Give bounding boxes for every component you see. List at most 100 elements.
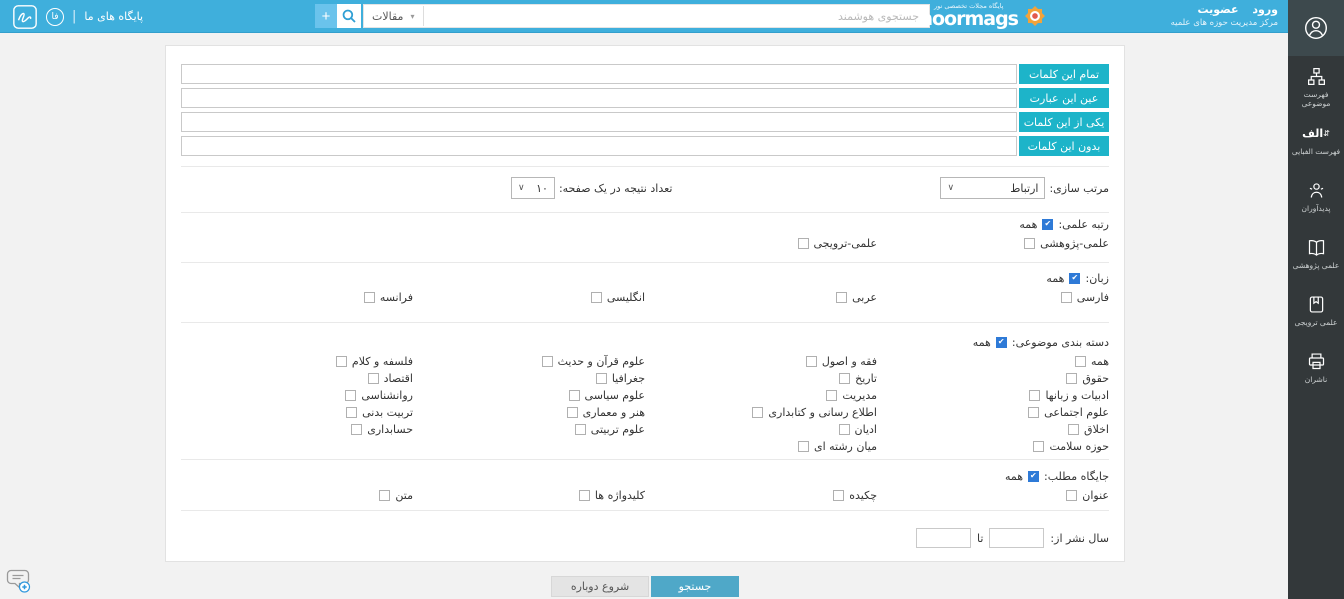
login-link[interactable]: ورود <box>1252 3 1278 16</box>
advanced-search-plus-button[interactable]: + <box>315 4 337 28</box>
checkbox-option[interactable]: حقوق <box>1066 370 1109 387</box>
option-checkbox[interactable] <box>368 373 379 384</box>
hawzah-logo-icon[interactable] <box>12 4 38 30</box>
checkbox-option[interactable]: فارسی <box>1061 289 1109 306</box>
checkbox-option[interactable]: عنوان <box>1066 487 1109 504</box>
checkbox-option[interactable]: انگلیسی <box>591 289 645 306</box>
option-checkbox[interactable] <box>1028 407 1039 418</box>
checkbox-option[interactable]: اقتصاد <box>368 370 413 387</box>
checkbox-option[interactable]: کلیدواژه ها <box>579 487 645 504</box>
option-checkbox[interactable] <box>1066 490 1077 501</box>
sidebar-item-0[interactable]: فهرست موضوعی <box>1288 56 1344 113</box>
hawzah-center-link[interactable]: مرکز مدیریت حوزه های علمیه <box>1171 18 1278 28</box>
checkbox-option[interactable]: متن <box>379 487 413 504</box>
checkbox-option[interactable]: همه <box>1075 353 1109 370</box>
all-checkbox[interactable] <box>1069 273 1080 284</box>
checkbox-option[interactable]: علوم قرآن و حدیث <box>542 353 645 370</box>
option-checkbox[interactable] <box>569 390 580 401</box>
option-checkbox[interactable] <box>567 407 578 418</box>
checkbox-option[interactable]: روانشناسی <box>345 387 413 404</box>
checkbox-option[interactable]: اطلاع رسانی و کتابداری <box>752 404 877 421</box>
option-checkbox[interactable] <box>839 373 850 384</box>
option-checkbox[interactable] <box>1024 238 1035 249</box>
option-checkbox[interactable] <box>579 490 590 501</box>
checkbox-option[interactable]: علمی-پژوهشی <box>1024 235 1109 252</box>
option-checkbox[interactable] <box>806 356 817 367</box>
checkbox-option[interactable]: اخلاق <box>1068 421 1109 438</box>
checkbox-option[interactable]: ادیان <box>839 421 877 438</box>
option-checkbox[interactable] <box>542 356 553 367</box>
checkbox-option[interactable]: تربیت بدنی <box>346 404 413 421</box>
sidebar-item-3[interactable]: علمی پژوهشی <box>1288 227 1344 284</box>
search-submit-button[interactable] <box>337 4 361 28</box>
field-input-2[interactable] <box>181 112 1017 132</box>
option-checkbox[interactable] <box>596 373 607 384</box>
option-checkbox[interactable] <box>1061 292 1072 303</box>
option-checkbox[interactable] <box>346 407 357 418</box>
sort-select[interactable]: ارتباط ∨ <box>940 177 1045 199</box>
feedback-chat-button[interactable] <box>4 566 32 594</box>
checkbox-option[interactable]: جغرافیا <box>596 370 645 387</box>
per-page-select[interactable]: ۱۰ ∨ <box>511 177 555 199</box>
checkbox-option[interactable]: چکیده <box>833 487 877 504</box>
smart-search-input[interactable] <box>363 4 930 28</box>
field-label-button[interactable]: تمام این کلمات <box>1019 64 1109 84</box>
checkbox-option[interactable]: علمی-ترویجی <box>798 235 877 252</box>
option-checkbox[interactable] <box>336 356 347 367</box>
checkbox-option[interactable]: عربی <box>836 289 877 306</box>
year-to-input[interactable] <box>916 528 971 548</box>
option-checkbox[interactable] <box>364 292 375 303</box>
sidebar-item-4[interactable]: علمی ترویجی <box>1288 284 1344 341</box>
sidebar-item-5[interactable]: ناشران <box>1288 341 1344 398</box>
checkbox-option[interactable]: فرانسه <box>364 289 413 306</box>
user-account-button[interactable] <box>1288 0 1344 56</box>
membership-link[interactable]: عضویت <box>1197 3 1238 16</box>
checkbox-option[interactable]: فلسفه و کلام <box>336 353 413 370</box>
option-checkbox[interactable] <box>839 424 850 435</box>
checkbox-option[interactable]: مدیریت <box>826 387 877 404</box>
sidebar-item-1[interactable]: الف⇵ فهرست الفبایی <box>1288 113 1344 170</box>
all-checkbox[interactable] <box>1042 219 1053 230</box>
option-checkbox[interactable] <box>1075 356 1086 367</box>
option-checkbox[interactable] <box>575 424 586 435</box>
all-checkbox[interactable] <box>1028 471 1039 482</box>
checkbox-option[interactable]: ادبیات و زبانها <box>1029 387 1109 404</box>
checkbox-option[interactable]: حسابداری <box>351 421 413 438</box>
option-checkbox[interactable] <box>752 407 763 418</box>
option-checkbox[interactable] <box>836 292 847 303</box>
checkbox-option[interactable]: علوم اجتماعی <box>1028 404 1109 421</box>
all-checkbox[interactable] <box>996 337 1007 348</box>
search-button[interactable]: جستجو <box>651 576 739 597</box>
option-checkbox[interactable] <box>379 490 390 501</box>
option-checkbox[interactable] <box>798 238 809 249</box>
option-checkbox[interactable] <box>345 390 356 401</box>
checkbox-option[interactable]: میان رشته ای <box>798 438 877 455</box>
noormags-logo[interactable]: پایگاه مجلات تخصصی نور noormags <box>919 2 1048 29</box>
option-checkbox[interactable] <box>1068 424 1079 435</box>
option-checkbox[interactable] <box>833 490 844 501</box>
checkbox-option[interactable]: علوم تربیتی <box>575 421 645 438</box>
option-checkbox[interactable] <box>1033 441 1044 452</box>
checkbox-option[interactable]: فقه و اصول <box>806 353 877 370</box>
field-label-button[interactable]: بدون این کلمات <box>1019 136 1109 156</box>
field-input-3[interactable] <box>181 136 1017 156</box>
checkbox-option[interactable]: تاریخ <box>839 370 877 387</box>
option-checkbox[interactable] <box>1066 373 1077 384</box>
option-checkbox[interactable] <box>1029 390 1040 401</box>
option-checkbox[interactable] <box>826 390 837 401</box>
checkbox-option[interactable]: هنر و معماری <box>567 404 645 421</box>
field-input-1[interactable] <box>181 88 1017 108</box>
sidebar-item-2[interactable]: پدیدآوران <box>1288 170 1344 227</box>
field-label-button[interactable]: یکی از این کلمات <box>1019 112 1109 132</box>
checkbox-option[interactable]: حوزه سلامت <box>1033 438 1109 455</box>
option-checkbox[interactable] <box>798 441 809 452</box>
reset-button[interactable]: شروع دوباره <box>551 576 649 597</box>
scope-dropdown[interactable]: مقالات ▾ <box>363 6 424 26</box>
option-checkbox[interactable] <box>591 292 602 303</box>
option-checkbox[interactable] <box>351 424 362 435</box>
year-from-input[interactable] <box>989 528 1044 548</box>
field-label-button[interactable]: عین این عبارت <box>1019 88 1109 108</box>
our-sites-link[interactable]: پایگاه های ما <box>84 10 143 23</box>
field-input-0[interactable] <box>181 64 1017 84</box>
checkbox-option[interactable]: علوم سیاسی <box>569 387 645 404</box>
